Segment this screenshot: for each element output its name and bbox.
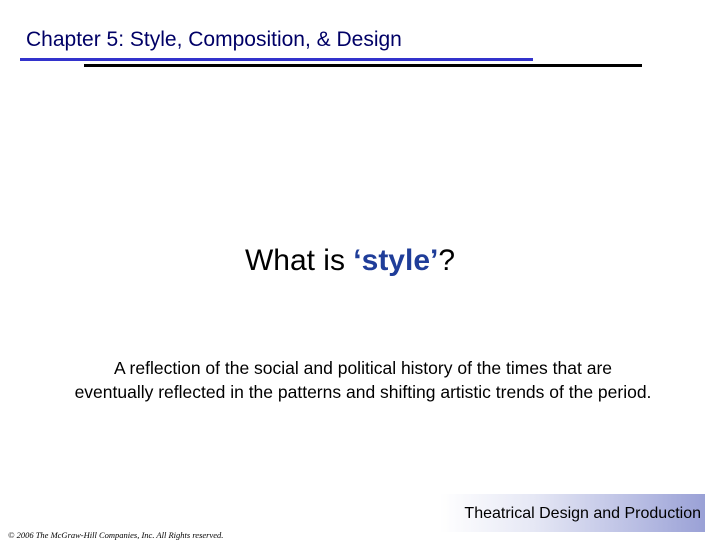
footer-book-title: Theatrical Design and Production (464, 505, 701, 522)
definition-line-2: eventually reflected in the patterns and… (74, 382, 652, 402)
question-emphasis: ‘style’ (353, 244, 439, 277)
title-underline-blue (20, 58, 533, 61)
question-prefix: What is (244, 244, 354, 277)
question-heading: What is ‘style’? (0, 244, 700, 278)
definition-text: A reflection of the social and political… (0, 356, 720, 404)
title-underline-black (84, 64, 642, 67)
chapter-title: Chapter 5: Style, Composition, & Design (26, 28, 402, 51)
definition-line-1: A reflection of the social and political… (113, 358, 613, 378)
copyright-notice: © 2006 The McGraw-Hill Companies, Inc. A… (8, 530, 224, 540)
question-suffix: ? (438, 244, 456, 277)
slide: Chapter 5: Style, Composition, & Design … (0, 0, 720, 540)
